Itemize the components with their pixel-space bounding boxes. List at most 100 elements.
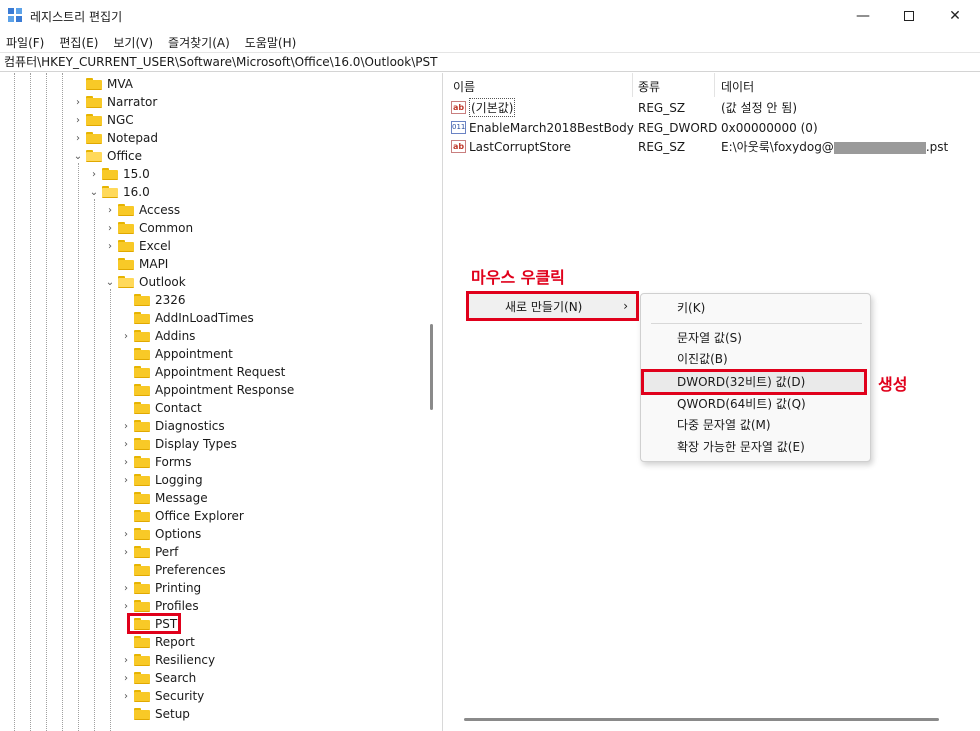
folder-icon [134, 528, 150, 540]
tree-item[interactable]: › Perf [120, 543, 178, 561]
tree-item[interactable]: › Access [104, 201, 180, 219]
chevron-right-icon[interactable]: › [72, 93, 84, 111]
menu-favorites[interactable]: 즐겨찾기(A) [168, 34, 230, 51]
chevron-right-icon[interactable]: › [120, 453, 132, 471]
tree-item[interactable]: AddInLoadTimes [120, 309, 254, 327]
chevron-right-icon[interactable]: › [88, 165, 100, 183]
string-value-icon: ab [451, 140, 466, 153]
column-name[interactable]: 이름 [453, 78, 475, 95]
folder-icon [86, 132, 102, 144]
folder-icon [134, 330, 150, 342]
tree-item[interactable]: › Printing [120, 579, 201, 597]
chevron-right-icon[interactable]: › [104, 219, 116, 237]
menu-view[interactable]: 보기(V) [113, 34, 153, 51]
folder-icon [134, 600, 150, 612]
folder-icon [134, 708, 150, 720]
title-bar: 레지스트리 편집기 — ✕ [0, 0, 980, 32]
tree-item[interactable]: Preferences [120, 561, 226, 579]
chevron-down-icon[interactable]: ⌄ [104, 273, 116, 291]
tree-item[interactable]: › NGC [72, 111, 134, 129]
tree-item[interactable]: › Excel [104, 237, 171, 255]
chevron-right-icon[interactable]: › [120, 669, 132, 687]
submenu-string-value[interactable]: 문자열 값(S) [677, 328, 742, 348]
tree-item[interactable]: 2326 [120, 291, 186, 309]
list-horizontal-scrollbar[interactable] [464, 718, 939, 721]
close-button[interactable]: ✕ [932, 0, 978, 32]
tree-item[interactable]: › Search [120, 669, 196, 687]
maximize-button[interactable] [886, 0, 932, 32]
folder-icon [134, 564, 150, 576]
column-type[interactable]: 종류 [638, 78, 660, 95]
tree-item-label: Perf [155, 545, 179, 559]
folder-icon [134, 474, 150, 486]
create-annotation: 생성 [878, 375, 908, 394]
chevron-down-icon[interactable]: ⌄ [72, 147, 84, 165]
tree-item[interactable]: Office Explorer [120, 507, 244, 525]
chevron-right-icon[interactable]: › [120, 543, 132, 561]
tree-item[interactable]: › Resiliency [120, 651, 215, 669]
folder-icon [134, 348, 150, 360]
tree-item[interactable]: › Common [104, 219, 193, 237]
tree-item[interactable]: Appointment Request [120, 363, 285, 381]
tree-scrollbar[interactable] [430, 324, 433, 410]
chevron-right-icon[interactable]: › [104, 201, 116, 219]
submenu-expandable-string-value[interactable]: 확장 가능한 문자열 값(E) [677, 437, 805, 457]
registry-value-row[interactable]: ab (기본값) REG_SZ (값 설정 안 됨) [451, 98, 976, 117]
chevron-right-icon[interactable]: › [104, 237, 116, 255]
submenu-key[interactable]: 키(K) [677, 298, 705, 318]
folder-icon [102, 168, 118, 180]
tree-item[interactable]: ⌄ Office [72, 147, 142, 165]
tree-item[interactable]: › Notepad [72, 129, 158, 147]
tree-item[interactable]: Appointment Response [120, 381, 294, 399]
submenu-binary-value[interactable]: 이진값(B) [677, 349, 728, 369]
tree-item[interactable]: ⌄ 16.0 [88, 183, 150, 201]
tree-item[interactable]: › Diagnostics [120, 417, 225, 435]
submenu-multi-string-value[interactable]: 다중 문자열 값(M) [677, 415, 771, 435]
tree-pane[interactable]: MVA › Narrator › NGC › Notepad ⌄ Office › 15.0 ⌄ 16.… [0, 73, 443, 731]
tree-item[interactable]: › Narrator [72, 93, 157, 111]
chevron-right-icon[interactable]: › [120, 651, 132, 669]
chevron-right-icon[interactable]: › [120, 435, 132, 453]
chevron-right-icon[interactable]: › [120, 579, 132, 597]
chevron-right-icon[interactable]: › [120, 687, 132, 705]
tree-item[interactable]: › Security [120, 687, 204, 705]
folder-icon [134, 582, 150, 594]
tree-item[interactable]: › Forms [120, 453, 191, 471]
chevron-right-icon[interactable]: › [72, 129, 84, 147]
tree-item[interactable]: Contact [120, 399, 202, 417]
tree-item[interactable]: › 15.0 [88, 165, 150, 183]
submenu-dword-value[interactable]: DWORD(32비트) 값(D) [677, 372, 805, 392]
tree-item[interactable]: Report [120, 633, 195, 651]
tree-item[interactable]: › Options [120, 525, 201, 543]
new-menu-item[interactable]: 새로 만들기(N) › [466, 291, 639, 321]
menu-edit[interactable]: 편집(E) [59, 34, 98, 51]
submenu-qword-value[interactable]: QWORD(64비트) 값(Q) [677, 394, 806, 414]
menu-help[interactable]: 도움말(H) [245, 34, 297, 51]
column-data[interactable]: 데이터 [721, 78, 754, 95]
chevron-right-icon[interactable]: › [120, 417, 132, 435]
tree-item[interactable]: Message [120, 489, 208, 507]
tree-item[interactable]: Appointment [120, 345, 233, 363]
tree-item[interactable]: ⌄ Outlook [104, 273, 186, 291]
tree-item[interactable]: Setup [120, 705, 190, 723]
chevron-right-icon[interactable]: › [72, 111, 84, 129]
tree-item-label: MVA [107, 77, 134, 91]
address-bar[interactable]: 컴퓨터\HKEY_CURRENT_USER\Software\Microsoft… [0, 52, 980, 72]
chevron-right-icon[interactable]: › [120, 471, 132, 489]
tree-item[interactable]: MVA [72, 75, 133, 93]
chevron-right-icon[interactable]: › [120, 327, 132, 345]
menu-file[interactable]: 파일(F) [6, 34, 44, 51]
chevron-right-icon[interactable]: › [120, 525, 132, 543]
value-name: EnableMarch2018BestBodyFix [469, 120, 634, 135]
minimize-button[interactable]: — [840, 0, 886, 32]
chevron-down-icon[interactable]: ⌄ [88, 183, 100, 201]
registry-value-row[interactable]: ab LastCorruptStore REG_SZ E:\아웃룩\foxydo… [451, 137, 976, 156]
tree-item[interactable]: › Addins [120, 327, 195, 345]
registry-value-row[interactable]: 011 EnableMarch2018BestBodyFix REG_DWORD… [451, 118, 976, 137]
tree-item[interactable]: › Logging [120, 471, 203, 489]
tree-item[interactable]: › Display Types [120, 435, 237, 453]
tree-item[interactable]: MAPI [104, 255, 168, 273]
